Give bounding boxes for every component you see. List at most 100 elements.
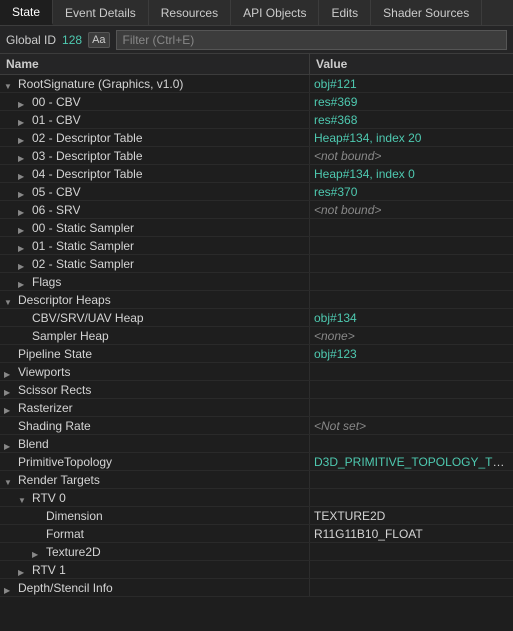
table-row[interactable]: 02 - Descriptor Table Heap#134, index 20 [0,129,513,147]
row-label: Texture2D [46,545,101,559]
row-label: 02 - Descriptor Table [32,131,143,145]
row-label: PrimitiveTopology [18,455,112,469]
table-row[interactable]: Texture2D [0,543,513,561]
row-label: 00 - Static Sampler [32,221,134,235]
table-row[interactable]: RootSignature (Graphics, v1.0)obj#121 [0,75,513,93]
expand-icon[interactable] [18,564,30,576]
collapse-icon[interactable] [4,294,16,306]
row-label: 00 - CBV [32,95,81,109]
tab-api-objects[interactable]: API Objects [231,0,319,25]
table-row[interactable]: Pipeline State obj#123 [0,345,513,363]
global-id-label: Global ID [6,33,56,47]
table-row[interactable]: Viewports [0,363,513,381]
expand-icon[interactable] [18,114,30,126]
expand-icon[interactable] [4,438,16,450]
col-name-header: Name [0,54,310,74]
row-value: obj#121 [310,77,513,91]
row-value: <not bound> [310,149,513,163]
row-label: Sampler Heap [32,329,109,343]
table-row[interactable]: Shading Rate<Not set> [0,417,513,435]
table-row[interactable]: 03 - Descriptor Table <not bound> [0,147,513,165]
row-value: Heap#134, index 0 [310,167,513,181]
tab-state[interactable]: State [0,0,53,25]
row-label: Format [46,527,84,541]
table-row[interactable]: 01 - Static Sampler [0,237,513,255]
row-label: RTV 0 [32,491,66,505]
table-row[interactable]: Descriptor Heaps [0,291,513,309]
table-row[interactable]: DimensionTEXTURE2D [0,507,513,525]
tab-event-details[interactable]: Event Details [53,0,149,25]
row-label: 06 - SRV [32,203,80,217]
expand-icon[interactable] [18,132,30,144]
tab-resources[interactable]: Resources [149,0,231,25]
row-label: 02 - Static Sampler [32,257,134,271]
row-label: Depth/Stencil Info [18,581,113,595]
collapse-icon[interactable] [4,474,16,486]
tab-shader-sources[interactable]: Shader Sources [371,0,482,25]
table-row[interactable]: CBV/SRV/UAV Heapobj#134 [0,309,513,327]
row-label: 04 - Descriptor Table [32,167,143,181]
tab-bar: State Event Details Resources API Object… [0,0,513,26]
table-row[interactable]: Sampler Heap<none> [0,327,513,345]
expand-icon[interactable] [18,96,30,108]
table-row[interactable]: Depth/Stencil Info [0,579,513,597]
row-label: 03 - Descriptor Table [32,149,143,163]
expand-icon[interactable] [32,546,44,558]
row-value: <not bound> [310,203,513,217]
expand-icon[interactable] [18,276,30,288]
table-row[interactable]: RTV 0 [0,489,513,507]
row-value: res#368 [310,113,513,127]
expand-icon[interactable] [4,384,16,396]
expand-icon[interactable] [18,258,30,270]
row-value: R11G11B10_FLOAT [310,527,513,541]
table-row[interactable]: Render Targets [0,471,513,489]
table-row[interactable]: RTV 1 [0,561,513,579]
table-row[interactable]: 00 - CBV res#369 [0,93,513,111]
row-label: Descriptor Heaps [18,293,111,307]
table-row[interactable]: 06 - SRV <not bound> [0,201,513,219]
table-row[interactable]: 04 - Descriptor Table Heap#134, index 0 [0,165,513,183]
row-label: Shading Rate [18,419,91,433]
expand-icon[interactable] [18,150,30,162]
table-header: Name Value [0,54,513,75]
table-row[interactable]: Rasterizer [0,399,513,417]
table-row[interactable]: 00 - Static Sampler [0,219,513,237]
expand-icon[interactable] [4,582,16,594]
row-label: Blend [18,437,49,451]
col-value-header: Value [310,54,513,74]
row-label: Flags [32,275,61,289]
row-label: Pipeline State [18,347,92,361]
collapse-icon[interactable] [4,78,16,90]
toolbar: Global ID 128 Aa [0,26,513,54]
expand-icon[interactable] [18,186,30,198]
expand-icon[interactable] [18,204,30,216]
row-value: TEXTURE2D [310,509,513,523]
row-label: 01 - Static Sampler [32,239,134,253]
table-row[interactable]: Blend [0,435,513,453]
row-label: 01 - CBV [32,113,81,127]
table-row[interactable]: Format R11G11B10_FLOAT [0,525,513,543]
table-row[interactable]: PrimitiveTopologyD3D_PRIMITIVE_TOPOLOGY_… [0,453,513,471]
table-body: RootSignature (Graphics, v1.0)obj#12100 … [0,75,513,597]
table-row[interactable]: 05 - CBVres#370 [0,183,513,201]
row-label: Render Targets [18,473,100,487]
aa-button[interactable]: Aa [88,32,109,48]
collapse-icon[interactable] [18,492,30,504]
id-value: 128 [62,33,82,47]
table-row[interactable]: 02 - Static Sampler [0,255,513,273]
expand-icon[interactable] [4,366,16,378]
expand-icon[interactable] [18,240,30,252]
expand-icon[interactable] [18,168,30,180]
expand-icon[interactable] [18,222,30,234]
row-value: obj#123 [310,347,513,361]
filter-input[interactable] [116,30,507,50]
row-label: Viewports [18,365,70,379]
row-value: res#369 [310,95,513,109]
table-row[interactable]: 01 - CBV res#368 [0,111,513,129]
table-row[interactable]: Scissor Rects [0,381,513,399]
tab-edits[interactable]: Edits [319,0,371,25]
table-row[interactable]: Flags [0,273,513,291]
row-label: RTV 1 [32,563,66,577]
expand-icon[interactable] [4,402,16,414]
row-value: Heap#134, index 20 [310,131,513,145]
